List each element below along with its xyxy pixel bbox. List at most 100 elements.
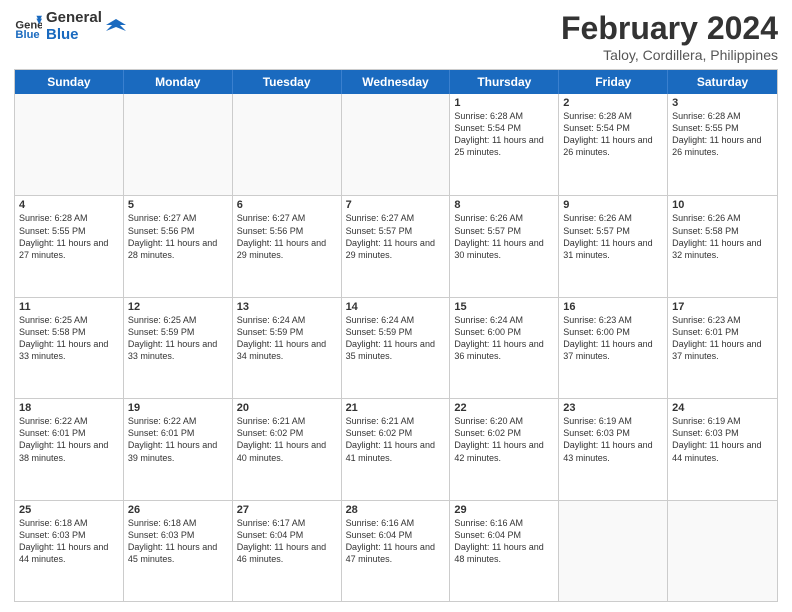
day-info: Sunrise: 6:22 AMSunset: 6:01 PMDaylight:… <box>19 415 119 464</box>
day-info: Sunrise: 6:27 AMSunset: 5:56 PMDaylight:… <box>237 212 337 261</box>
day-info: Sunrise: 6:21 AMSunset: 6:02 PMDaylight:… <box>346 415 446 464</box>
weekday-header-wednesday: Wednesday <box>342 70 451 94</box>
day-cell-19: 19Sunrise: 6:22 AMSunset: 6:01 PMDayligh… <box>124 399 233 499</box>
day-number: 14 <box>346 301 446 313</box>
day-cell-24: 24Sunrise: 6:19 AMSunset: 6:03 PMDayligh… <box>668 399 777 499</box>
header: General Blue General Blue February 2024 … <box>14 10 778 63</box>
weekday-header-sunday: Sunday <box>15 70 124 94</box>
calendar-row-2: 11Sunrise: 6:25 AMSunset: 5:58 PMDayligh… <box>15 297 777 398</box>
calendar-row-4: 25 Sunrise: 6:18 AMSunset: 6:03 PMDayligh… <box>15 500 777 601</box>
day-info: Sunrise: 6:22 AMSunset: 6:01 PMDaylight:… <box>128 415 228 464</box>
day-cell-5: 5Sunrise: 6:27 AMSunset: 5:56 PMDaylight… <box>124 196 233 296</box>
calendar-row-1: 4Sunrise: 6:28 AMSunset: 5:55 PMDaylight… <box>15 195 777 296</box>
weekday-header-tuesday: Tuesday <box>233 70 342 94</box>
day-number: 17 <box>672 301 773 313</box>
day-cell-12: 12Sunrise: 6:25 AMSunset: 5:59 PMDayligh… <box>124 298 233 398</box>
day-cell-11: 11Sunrise: 6:25 AMSunset: 5:58 PMDayligh… <box>15 298 124 398</box>
day-info: Sunrise: 6:26 AMSunset: 5:58 PMDaylight:… <box>672 212 773 261</box>
day-cell-7: 7Sunrise: 6:27 AMSunset: 5:57 PMDaylight… <box>342 196 451 296</box>
day-info: Sunrise: 6:23 AMSunset: 6:00 PMDaylight:… <box>563 314 663 363</box>
empty-cell <box>124 94 233 195</box>
day-info: Sunrise: 6:25 AMSunset: 5:59 PMDaylight:… <box>128 314 228 363</box>
day-number: 2 <box>563 97 663 109</box>
day-cell-23: 23Sunrise: 6:19 AMSunset: 6:03 PMDayligh… <box>559 399 668 499</box>
weekday-header-thursday: Thursday <box>450 70 559 94</box>
day-cell-14: 14Sunrise: 6:24 AMSunset: 5:59 PMDayligh… <box>342 298 451 398</box>
day-cell-6: 6Sunrise: 6:27 AMSunset: 5:56 PMDaylight… <box>233 196 342 296</box>
day-number: 28 <box>346 504 446 516</box>
day-info: Sunrise: 6:16 AMSunset: 6:04 PMDaylight:… <box>454 517 554 566</box>
weekday-header-monday: Monday <box>124 70 233 94</box>
day-info: Sunrise: 6:28 AMSunset: 5:54 PMDaylight:… <box>454 110 554 159</box>
day-number: 11 <box>19 301 119 313</box>
day-number: 29 <box>454 504 554 516</box>
empty-cell <box>15 94 124 195</box>
calendar-body: 1Sunrise: 6:28 AMSunset: 5:54 PMDaylight… <box>15 94 777 601</box>
day-info: Sunrise: 6:20 AMSunset: 6:02 PMDaylight:… <box>454 415 554 464</box>
logo-icon: General Blue <box>14 13 42 41</box>
empty-cell <box>342 94 451 195</box>
day-cell-27: 27Sunrise: 6:17 AMSunset: 6:04 PMDayligh… <box>233 501 342 601</box>
day-number: 4 <box>19 199 119 211</box>
day-number: 27 <box>237 504 337 516</box>
day-number: 26 <box>128 504 228 516</box>
day-number: 9 <box>563 199 663 211</box>
day-cell-22: 22Sunrise: 6:20 AMSunset: 6:02 PMDayligh… <box>450 399 559 499</box>
empty-cell <box>559 501 668 601</box>
day-number: 20 <box>237 402 337 414</box>
day-info: Sunrise: 6:18 AMSunset: 6:03 PMDaylight:… <box>128 517 228 566</box>
day-cell-17: 17Sunrise: 6:23 AMSunset: 6:01 PMDayligh… <box>668 298 777 398</box>
day-info: Sunrise: 6:24 AMSunset: 6:00 PMDaylight:… <box>454 314 554 363</box>
day-cell-21: 21Sunrise: 6:21 AMSunset: 6:02 PMDayligh… <box>342 399 451 499</box>
day-cell-13: 13Sunrise: 6:24 AMSunset: 5:59 PMDayligh… <box>233 298 342 398</box>
day-cell-3: 3Sunrise: 6:28 AMSunset: 5:55 PMDaylight… <box>668 94 777 195</box>
day-info: Sunrise: 6:26 AMSunset: 5:57 PMDaylight:… <box>563 212 663 261</box>
day-info: Sunrise: 6:28 AMSunset: 5:54 PMDaylight:… <box>563 110 663 159</box>
day-info: Sunrise: 6:17 AMSunset: 6:04 PMDaylight:… <box>237 517 337 566</box>
logo-bird-icon <box>106 17 126 37</box>
calendar-row-3: 18Sunrise: 6:22 AMSunset: 6:01 PMDayligh… <box>15 398 777 499</box>
day-cell-2: 2Sunrise: 6:28 AMSunset: 5:54 PMDaylight… <box>559 94 668 195</box>
day-cell-1: 1Sunrise: 6:28 AMSunset: 5:54 PMDaylight… <box>450 94 559 195</box>
location: Taloy, Cordillera, Philippines <box>561 47 778 63</box>
calendar-row-0: 1Sunrise: 6:28 AMSunset: 5:54 PMDaylight… <box>15 94 777 195</box>
empty-cell <box>668 501 777 601</box>
day-number: 6 <box>237 199 337 211</box>
svg-text:Blue: Blue <box>15 29 39 41</box>
day-info: Sunrise: 6:24 AMSunset: 5:59 PMDaylight:… <box>237 314 337 363</box>
weekday-header-saturday: Saturday <box>668 70 777 94</box>
day-cell-10: 10Sunrise: 6:26 AMSunset: 5:58 PMDayligh… <box>668 196 777 296</box>
page: General Blue General Blue February 2024 … <box>0 0 792 612</box>
weekday-header-friday: Friday <box>559 70 668 94</box>
day-number: 8 <box>454 199 554 211</box>
day-number: 12 <box>128 301 228 313</box>
day-number: 16 <box>563 301 663 313</box>
logo-blue: Blue <box>46 27 102 44</box>
day-cell-26: 26Sunrise: 6:18 AMSunset: 6:03 PMDayligh… <box>124 501 233 601</box>
day-cell-25: 25Sunrise: 6:18 AMSunset: 6:03 PMDayligh… <box>15 501 124 601</box>
day-number: 1 <box>454 97 554 109</box>
day-cell-8: 8Sunrise: 6:26 AMSunset: 5:57 PMDaylight… <box>450 196 559 296</box>
day-number: 13 <box>237 301 337 313</box>
title-area: February 2024 Taloy, Cordillera, Philipp… <box>561 10 778 63</box>
day-number: 25 <box>19 504 119 516</box>
day-info: Sunrise: 6:25 AMSunset: 5:58 PMDaylight:… <box>19 314 119 363</box>
day-number: 22 <box>454 402 554 414</box>
month-year: February 2024 <box>561 10 778 47</box>
day-info: Sunrise: 6:27 AMSunset: 5:56 PMDaylight:… <box>128 212 228 261</box>
day-info: Sunrise: 6:24 AMSunset: 5:59 PMDaylight:… <box>346 314 446 363</box>
day-info: Sunrise: 6:27 AMSunset: 5:57 PMDaylight:… <box>346 212 446 261</box>
day-info: Sunrise: 6:23 AMSunset: 6:01 PMDaylight:… <box>672 314 773 363</box>
day-cell-18: 18Sunrise: 6:22 AMSunset: 6:01 PMDayligh… <box>15 399 124 499</box>
day-cell-28: 28Sunrise: 6:16 AMSunset: 6:04 PMDayligh… <box>342 501 451 601</box>
calendar-header: SundayMondayTuesdayWednesdayThursdayFrid… <box>15 70 777 94</box>
day-cell-15: 15Sunrise: 6:24 AMSunset: 6:00 PMDayligh… <box>450 298 559 398</box>
day-number: 24 <box>672 402 773 414</box>
day-number: 23 <box>563 402 663 414</box>
day-number: 18 <box>19 402 119 414</box>
day-number: 3 <box>672 97 773 109</box>
day-info: Sunrise: 6:28 AMSunset: 5:55 PMDaylight:… <box>672 110 773 159</box>
day-number: 15 <box>454 301 554 313</box>
day-number: 19 <box>128 402 228 414</box>
day-cell-29: 29Sunrise: 6:16 AMSunset: 6:04 PMDayligh… <box>450 501 559 601</box>
